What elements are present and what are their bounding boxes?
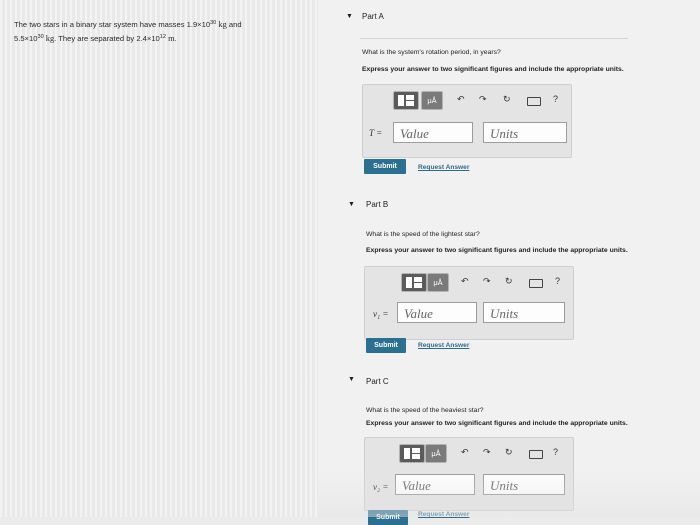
problem-text: 5.5×10: [14, 34, 38, 43]
reset-icon[interactable]: ↻: [503, 94, 511, 105]
divider: [360, 38, 628, 39]
problem-statement: The two stars in a binary star system ha…: [14, 17, 304, 45]
value-input[interactable]: Value: [393, 122, 473, 143]
question-text: What is the speed of the heaviest star?: [366, 407, 484, 414]
caret-down-icon[interactable]: ▼: [348, 376, 355, 383]
problem-text: . They are separated by 2.4×10: [54, 34, 160, 43]
value-input[interactable]: Value: [395, 474, 475, 495]
instruction-text: Express your answer to two significant f…: [362, 66, 624, 73]
question-text: What is the system's rotation period, in…: [362, 49, 501, 56]
question-text: What is the speed of the lightest star?: [366, 231, 480, 238]
variable-label: T =: [369, 128, 383, 138]
undo-icon[interactable]: ↶: [461, 276, 469, 287]
units-mu-icon[interactable]: μÅ: [421, 91, 443, 110]
unit: kg: [216, 20, 227, 29]
unit: kg: [43, 34, 55, 43]
redo-icon[interactable]: ↷: [483, 276, 491, 287]
problem-text: and: [226, 20, 242, 29]
part-title[interactable]: Part C: [366, 377, 389, 386]
problem-text: .: [174, 34, 177, 43]
variable-label: v₂ =: [373, 482, 389, 492]
submit-button[interactable]: Submit: [364, 159, 406, 174]
help-icon[interactable]: ?: [553, 94, 558, 104]
templates-icon[interactable]: [399, 444, 425, 463]
units-mu-icon[interactable]: μÅ: [425, 444, 447, 463]
templates-icon[interactable]: [393, 91, 419, 110]
submit-button[interactable]: Submit: [366, 338, 406, 353]
part-title[interactable]: Part B: [366, 200, 388, 209]
units-input[interactable]: Units: [483, 474, 565, 495]
help-icon[interactable]: ?: [553, 447, 558, 457]
value-input[interactable]: Value: [397, 302, 477, 323]
redo-icon[interactable]: ↷: [479, 94, 487, 105]
redo-icon[interactable]: ↷: [483, 447, 491, 458]
templates-icon[interactable]: [401, 273, 427, 292]
request-answer-link[interactable]: Request Answer: [418, 164, 469, 171]
instruction-text: Express your answer to two significant f…: [366, 420, 628, 427]
reset-icon[interactable]: ↻: [505, 276, 513, 287]
answer-panel: μÅ ↶ ↷ ↻ ? v₂ = Value Units: [364, 437, 574, 511]
caret-down-icon[interactable]: ▼: [348, 201, 355, 208]
caret-down-icon[interactable]: ▼: [346, 13, 353, 20]
reset-icon[interactable]: ↻: [505, 447, 513, 458]
help-icon[interactable]: ?: [555, 276, 560, 286]
units-input[interactable]: Units: [483, 122, 567, 143]
request-answer-link[interactable]: Request Answer: [418, 342, 469, 349]
submit-button[interactable]: Submit: [368, 510, 408, 525]
problem-text: The two stars in a binary star system ha…: [14, 20, 211, 29]
part-title[interactable]: Part A: [362, 12, 384, 21]
undo-icon[interactable]: ↶: [461, 447, 469, 458]
variable-label: v₁ =: [373, 309, 389, 319]
units-mu-icon[interactable]: μÅ: [427, 273, 449, 292]
keyboard-icon[interactable]: [529, 279, 543, 288]
instruction-text: Express your answer to two significant f…: [366, 247, 628, 254]
answer-panel: μÅ ↶ ↷ ↻ ? v₁ = Value Units: [364, 266, 574, 340]
undo-icon[interactable]: ↶: [457, 94, 465, 105]
problem-pane: The two stars in a binary star system ha…: [0, 0, 318, 517]
keyboard-icon[interactable]: [529, 450, 543, 459]
units-input[interactable]: Units: [483, 302, 565, 323]
answer-panel: μÅ ↶ ↷ ↻ ? T = Value Units: [362, 84, 572, 158]
unit: m: [166, 34, 175, 43]
keyboard-icon[interactable]: [527, 97, 541, 106]
